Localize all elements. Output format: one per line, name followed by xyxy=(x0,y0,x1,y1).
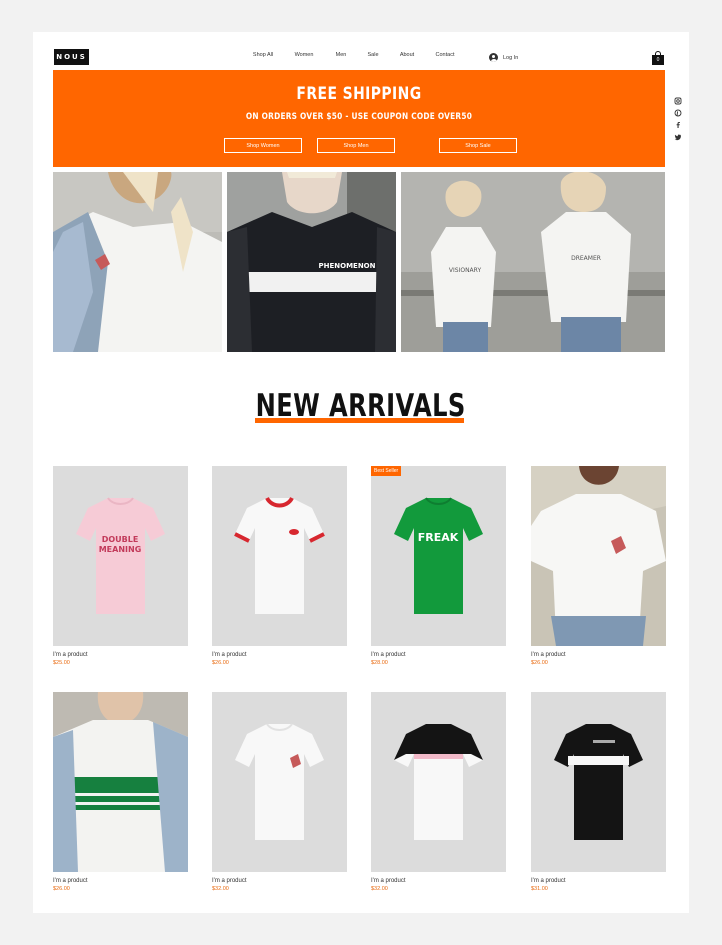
product-name[interactable]: I'm a product xyxy=(371,878,506,884)
nav-contact[interactable]: Contact xyxy=(436,52,455,58)
promo-banner: FREE SHIPPING ON ORDERS OVER $50 - USE C… xyxy=(53,70,665,167)
hero-shirt-text: PHENOMENON xyxy=(319,262,376,270)
hero-photo-men[interactable]: PHENOMENON xyxy=(227,172,396,352)
product-card[interactable]: DOUBLE MEANING I'm a product $25.00 xyxy=(53,466,188,666)
user-icon xyxy=(489,53,498,62)
product-price: $26.00 xyxy=(53,886,70,892)
product-image[interactable]: FREAK Best Seller xyxy=(371,466,506,646)
product-price: $31.00 xyxy=(531,886,548,892)
product-card[interactable]: I'm a product $26.00 xyxy=(53,692,188,892)
product-name[interactable]: I'm a product xyxy=(531,878,666,884)
product-name[interactable]: I'm a product xyxy=(212,652,347,658)
login-label: Log In xyxy=(503,54,519,61)
product-name[interactable]: I'm a product xyxy=(53,878,188,884)
shop-women-button[interactable]: Shop Women xyxy=(224,138,302,153)
hero-photo-couple[interactable]: VISIONARY DREAMER xyxy=(401,172,665,352)
product-image[interactable]: DOUBLE MEANING xyxy=(53,466,188,646)
shop-sale-button[interactable]: Shop Sale xyxy=(439,138,517,153)
shirt-print: MEANING xyxy=(99,545,142,554)
product-name[interactable]: I'm a product xyxy=(53,652,188,658)
facebook-icon[interactable] xyxy=(674,121,682,129)
product-name[interactable]: I'm a product xyxy=(371,652,506,658)
product-card[interactable]: I'm a product $26.00 xyxy=(531,466,666,666)
best-seller-badge: Best Seller xyxy=(371,466,402,476)
product-image[interactable] xyxy=(212,466,347,646)
cart-button[interactable]: 0 xyxy=(652,51,664,65)
twitter-icon[interactable] xyxy=(674,133,682,141)
hero-shirt-text: DREAMER xyxy=(571,255,601,262)
product-name[interactable]: I'm a product xyxy=(212,878,347,884)
product-image[interactable] xyxy=(212,692,347,872)
shirt-print: DOUBLE xyxy=(102,535,139,544)
shop-men-button[interactable]: Shop Men xyxy=(317,138,395,153)
product-name[interactable]: I'm a product xyxy=(531,652,666,658)
product-image[interactable] xyxy=(371,692,506,872)
hero-shirt-text: VISIONARY xyxy=(449,267,482,274)
product-price: $32.00 xyxy=(212,886,229,892)
page: NOUS Shop All Women Men Sale About Conta… xyxy=(33,32,689,913)
product-price: $26.00 xyxy=(531,660,548,666)
product-card[interactable]: I'm a product $32.00 xyxy=(212,692,347,892)
product-card[interactable]: I'm a product $26.00 xyxy=(212,466,347,666)
product-price: $28.00 xyxy=(371,660,388,666)
banner-subtitle: ON ORDERS OVER $50 - USE COUPON CODE OVE… xyxy=(245,112,473,122)
instagram-icon[interactable] xyxy=(674,97,682,105)
nav-women[interactable]: Women xyxy=(295,52,314,58)
product-card[interactable]: I'm a product $32.00 xyxy=(371,692,506,892)
login-button[interactable]: Log In xyxy=(489,53,518,62)
arrivals-title: NEW ARRIVALS xyxy=(255,388,467,424)
hero-photo-women[interactable] xyxy=(53,172,222,352)
banner-title: FREE SHIPPING xyxy=(296,84,422,104)
nav-shop-all[interactable]: Shop All xyxy=(253,52,273,58)
product-price: $32.00 xyxy=(371,886,388,892)
product-card[interactable]: FREAK Best Seller I'm a product $28.00 xyxy=(371,466,506,666)
nav-men[interactable]: Men xyxy=(336,52,347,58)
shirt-print: FREAK xyxy=(418,531,459,544)
product-card[interactable]: I'm a product $31.00 xyxy=(531,692,666,892)
nav-sale[interactable]: Sale xyxy=(367,52,378,58)
nav-about[interactable]: About xyxy=(400,52,414,58)
main-nav: Shop All Women Men Sale About Contact xyxy=(33,52,689,64)
product-price: $26.00 xyxy=(212,660,229,666)
product-image[interactable] xyxy=(53,692,188,872)
social-bar xyxy=(674,97,682,145)
product-price: $25.00 xyxy=(53,660,70,666)
product-image[interactable] xyxy=(531,692,666,872)
cart-count: 0 xyxy=(652,55,664,65)
pinterest-icon[interactable] xyxy=(674,109,682,117)
product-image[interactable] xyxy=(531,466,666,646)
